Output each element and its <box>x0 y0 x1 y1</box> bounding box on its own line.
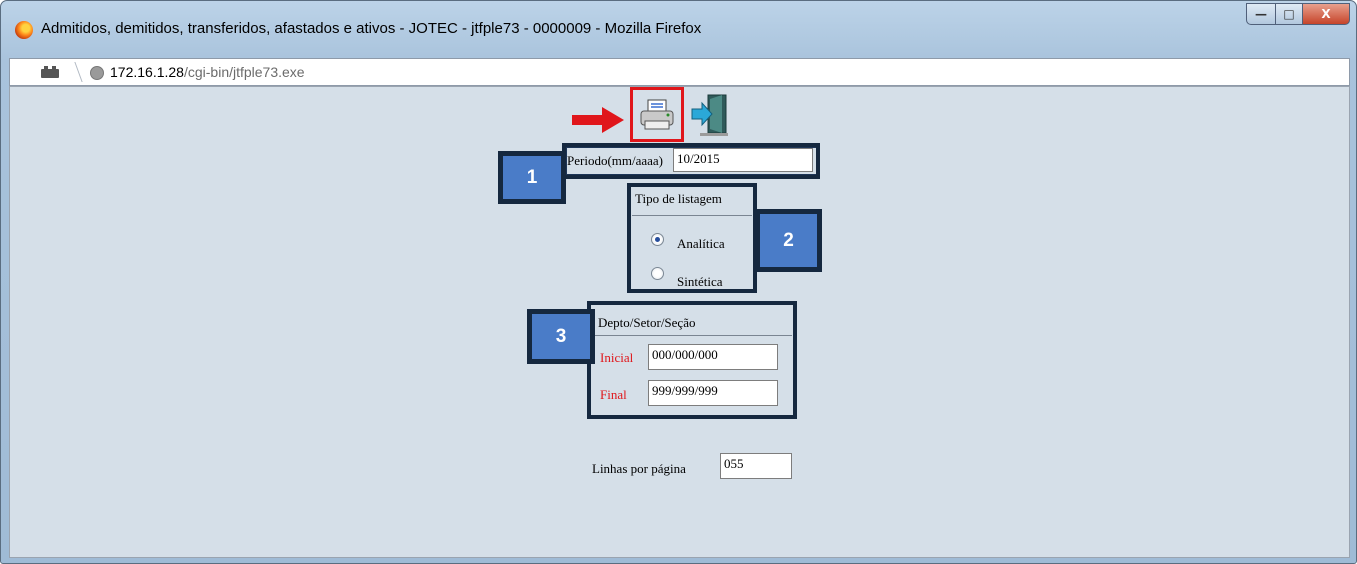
window-controls: — □ X <box>1246 3 1350 25</box>
page-content: 1 Periodo(mm/aaaa) 10/2015 Tipo de lista… <box>9 86 1350 558</box>
minimize-button[interactable]: — <box>1246 3 1276 25</box>
address-bar[interactable]: 172.16.1.28/cgi-bin/jtfple73.exe <box>9 58 1350 86</box>
firefox-logo-icon <box>15 21 33 39</box>
depto-inicial-input[interactable]: 000/000/000 <box>648 344 778 370</box>
callout-number-1: 1 <box>498 151 566 204</box>
tab-groups-icon[interactable] <box>41 66 59 78</box>
periodo-input[interactable]: 10/2015 <box>673 148 813 172</box>
site-identity-icon[interactable] <box>90 66 104 80</box>
url-text[interactable]: 172.16.1.28/cgi-bin/jtfple73.exe <box>110 64 305 80</box>
close-button[interactable]: X <box>1303 3 1350 25</box>
depto-final-input[interactable]: 999/999/999 <box>648 380 778 406</box>
print-button[interactable] <box>630 87 684 142</box>
radio-sintetica-label: Sintética <box>677 274 723 289</box>
title-bar: Admitidos, demitidos, transferidos, afas… <box>1 1 1356 57</box>
radio-analitica[interactable] <box>651 233 664 246</box>
browser-window: Admitidos, demitidos, transferidos, afas… <box>0 0 1357 564</box>
radio-analitica-label: Analítica <box>677 236 725 251</box>
url-path: /cgi-bin/jtfple73.exe <box>183 64 305 80</box>
exit-icon[interactable] <box>688 93 732 137</box>
periodo-row: Periodo(mm/aaaa) 10/2015 <box>567 148 816 174</box>
callout-number-3: 3 <box>527 309 595 364</box>
linhas-input[interactable]: 055 <box>720 453 792 479</box>
red-arrow-icon <box>572 107 624 133</box>
depto-inicial-label: Inicial <box>600 350 634 365</box>
radio-sintetica[interactable] <box>651 267 664 280</box>
callout-number-2: 2 <box>755 209 822 272</box>
tipo-listagem-heading: Tipo de listagem <box>635 191 722 206</box>
periodo-label: Periodo(mm/aaaa) <box>567 153 664 168</box>
maximize-button[interactable]: □ <box>1276 3 1303 25</box>
depto-final-label: Final <box>600 387 627 402</box>
window-title: Admitidos, demitidos, transferidos, afas… <box>41 20 702 37</box>
url-host: 172.16.1.28 <box>110 64 184 80</box>
print-icon <box>640 99 674 129</box>
tipo-listagem-divider <box>632 215 752 216</box>
depto-heading: Depto/Setor/Seção <box>598 315 696 330</box>
address-separator <box>64 62 83 82</box>
linhas-label: Linhas por página <box>592 461 686 476</box>
depto-divider <box>592 335 792 336</box>
